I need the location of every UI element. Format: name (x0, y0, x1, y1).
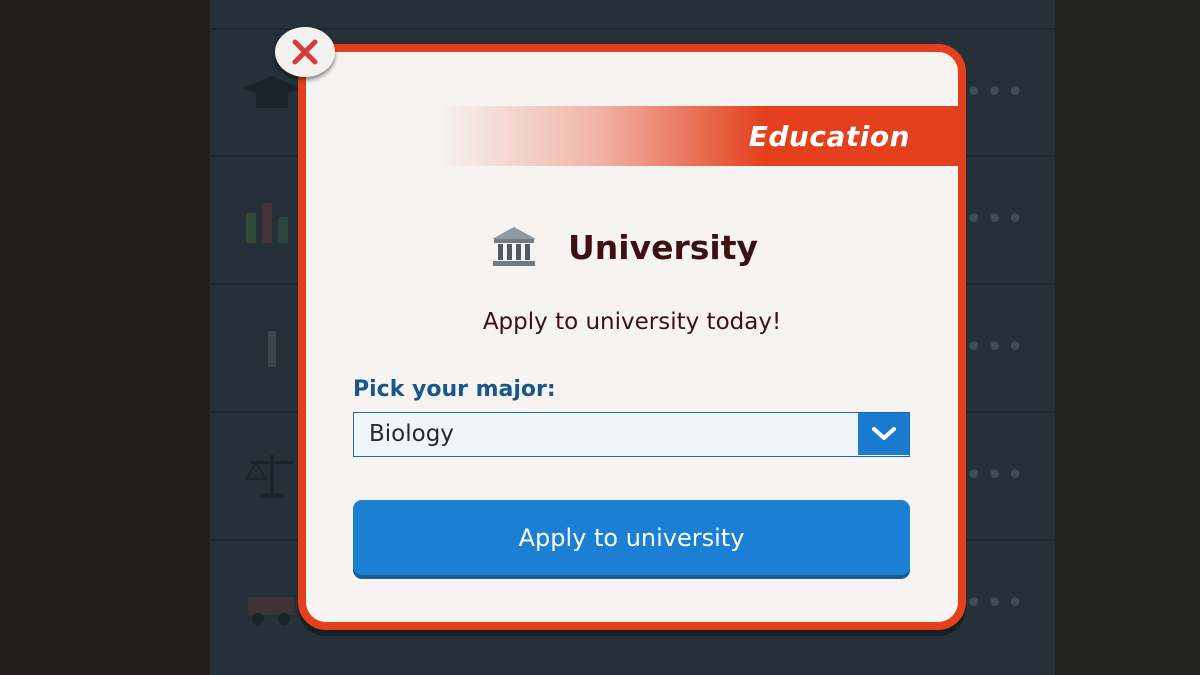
background-right-panel (1055, 0, 1200, 675)
apply-button[interactable]: Apply to university (353, 500, 910, 575)
close-icon (292, 39, 318, 65)
scales-icon (244, 455, 294, 498)
major-label: Pick your major: (353, 377, 556, 402)
university-building-icon (492, 227, 536, 266)
vehicle-icon (248, 597, 294, 625)
close-button[interactable] (275, 27, 335, 77)
more-options-icon[interactable]: ••• (965, 333, 1027, 363)
more-options-icon[interactable]: ••• (965, 78, 1027, 108)
major-dropdown[interactable]: Biology (353, 412, 910, 457)
dialog-message: Apply to university today! (482, 309, 782, 335)
pencil-icon (268, 331, 276, 367)
section-banner: Education (440, 106, 966, 166)
dialog-title: University (568, 227, 759, 267)
more-options-icon[interactable]: ••• (965, 589, 1027, 619)
more-options-icon[interactable]: ••• (965, 205, 1027, 235)
background-left-panel (0, 0, 210, 675)
graduation-cap-icon (244, 76, 300, 108)
dropdown-toggle[interactable] (858, 413, 909, 455)
chevron-down-icon (871, 427, 896, 440)
section-title: Education (748, 119, 910, 153)
bar-chart-icon (246, 203, 288, 243)
major-selected-value: Biology (369, 421, 454, 447)
more-options-icon[interactable]: ••• (965, 461, 1027, 491)
dialog-header: University (490, 222, 758, 272)
